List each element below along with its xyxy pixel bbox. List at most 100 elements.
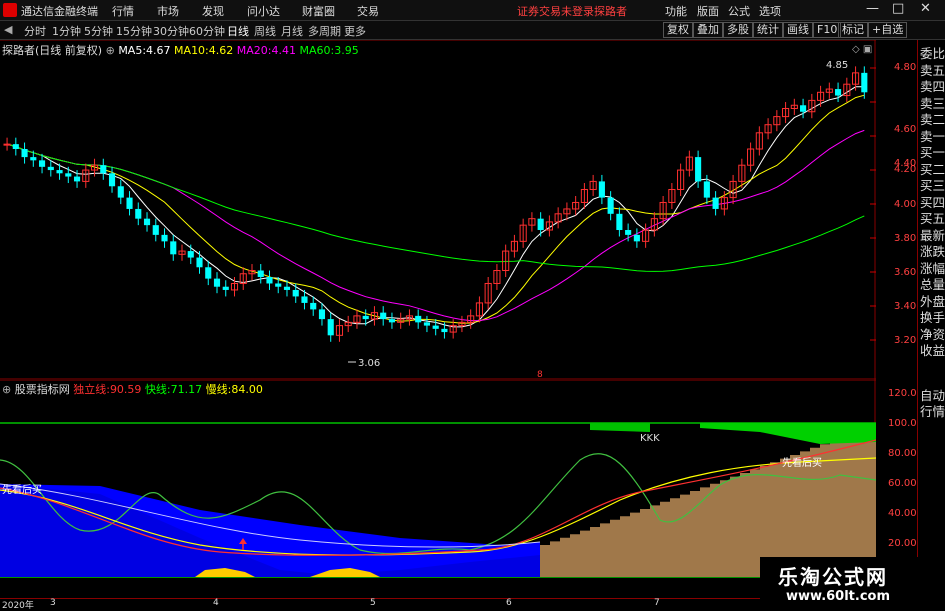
candle-body xyxy=(598,181,605,198)
candle-body xyxy=(30,157,37,161)
candle-body xyxy=(327,319,334,336)
period-toolbar: ◀ 分时 1分钟 5分钟 15分钟 30分钟 60分钟 日线 周线 月线 多周期… xyxy=(0,21,945,40)
quote-field-label: 涨跌 xyxy=(920,244,945,259)
tab-5min[interactable]: 5分钟 xyxy=(84,23,113,39)
high-price-label: 4.85 xyxy=(826,60,849,71)
mark-button[interactable]: 标记 xyxy=(838,22,868,38)
menu-market[interactable]: 行情 xyxy=(112,3,134,19)
tab-30min[interactable]: 30分钟 xyxy=(153,23,189,39)
candle-body xyxy=(38,160,46,167)
stats-button[interactable]: 统计 xyxy=(753,22,783,38)
menu-ask[interactable]: 问小达 xyxy=(247,3,280,19)
quote-field-label: 卖三 xyxy=(920,95,945,111)
ma5-value: 4.67 xyxy=(146,44,171,57)
candle-body xyxy=(275,283,282,287)
candle-body xyxy=(835,89,842,96)
quote-field-label: 买三 xyxy=(920,178,945,193)
stock-title: 探路者(日线 前复权) xyxy=(2,44,103,57)
ma60-value: 3.95 xyxy=(334,44,359,57)
quote-field-label: 涨幅 xyxy=(920,260,945,276)
user-name[interactable]: 探路者 xyxy=(594,3,627,19)
quote-field-label: 换手 xyxy=(920,310,945,325)
draw-button[interactable]: 画线 xyxy=(783,22,813,38)
candle-body xyxy=(441,328,448,333)
ma20-value: 4.41 xyxy=(271,44,296,57)
line1-value: 90.59 xyxy=(109,383,142,396)
candle-body xyxy=(73,176,81,182)
tab-more[interactable]: 更多 xyxy=(344,23,366,39)
candle-body xyxy=(266,276,273,284)
candle-body xyxy=(301,296,308,303)
kkk-label: KKK xyxy=(640,433,660,444)
candle-body xyxy=(388,319,396,323)
candle-body xyxy=(415,315,422,323)
close-icon[interactable]: ✕ xyxy=(920,1,931,16)
ind-tick: 80.00 xyxy=(888,448,917,459)
kline-chart[interactable]: 8 探路者(日线 前复权) ⊕ MA5:4.67 MA10:4.62 MA20:… xyxy=(0,39,876,380)
menu-wealth[interactable]: 财富圈 xyxy=(302,3,335,19)
candle-body xyxy=(47,166,54,171)
indicator-chart[interactable]: ⊕ 股票指标网 独立线:90.59 快线:71.17 慢线:84.00 KKK … xyxy=(0,379,880,598)
add-watchlist-button[interactable]: +自选 xyxy=(868,22,908,38)
tab-60min[interactable]: 60分钟 xyxy=(189,23,225,39)
tab-1min[interactable]: 1分钟 xyxy=(52,23,81,39)
quote-panel: 委比 卖五 卖四 卖三 卖二 卖一 买一 买二 买三 买四 买五 最新 涨跌 涨幅 总量 外盘 换手 净资 收益 自动… xyxy=(917,40,945,609)
adjust-button[interactable]: 复权 xyxy=(663,22,693,38)
login-status[interactable]: 证券交易未登录 xyxy=(517,3,594,19)
quote-field-label: 收益 xyxy=(920,343,945,358)
back-icon[interactable]: ◀ xyxy=(4,23,12,36)
tab-weekly[interactable]: 周线 xyxy=(254,23,276,39)
price-tick: 4.80 xyxy=(894,62,917,73)
candle-body xyxy=(432,325,439,329)
quote-field-label: 买五 xyxy=(920,211,945,226)
indicator-icon: ⊕ xyxy=(2,383,12,396)
tab-monthly[interactable]: 月线 xyxy=(281,23,303,39)
signal-label-left: 先看后买 xyxy=(2,485,42,496)
quote-field-label: 委比 xyxy=(920,46,945,61)
candle-body xyxy=(12,144,19,150)
tab-intraday[interactable]: 分时 xyxy=(24,23,46,39)
green-band xyxy=(700,423,876,444)
candle-body xyxy=(161,234,168,242)
menu-options[interactable]: 选项 xyxy=(759,3,781,19)
tab-15min[interactable]: 15分钟 xyxy=(116,23,152,39)
price-tick: 4.00 xyxy=(894,199,917,210)
price-tick: 4.60 xyxy=(894,124,917,135)
candle-body xyxy=(695,157,702,182)
indicator-name: 股票指标网 xyxy=(14,383,70,396)
tab-multi-period[interactable]: 多周期 xyxy=(308,23,341,39)
price-tick: 3.40 xyxy=(894,301,917,312)
price-axis: 4.80 4.60 4.40 4.20 4.00 3.80 3.60 3.40 … xyxy=(876,40,917,380)
ma-line xyxy=(6,129,865,322)
candle-body xyxy=(292,289,299,297)
ma20-label: MA20: xyxy=(236,44,272,57)
settings-diamond-icon[interactable]: ◇ ▣ xyxy=(852,44,872,55)
ind-tick: 120.0 xyxy=(888,388,917,399)
quote-field-label: 卖一 xyxy=(920,128,945,144)
multi-stock-button[interactable]: 多股 xyxy=(723,22,753,38)
candle-body xyxy=(607,197,614,214)
menu-trade[interactable]: 交易 xyxy=(357,3,379,19)
candle-body xyxy=(625,230,632,235)
candle-body xyxy=(21,149,28,158)
quote-field-label: 卖二 xyxy=(920,112,945,127)
minimize-icon[interactable]: — xyxy=(866,1,879,16)
candle-body xyxy=(205,267,212,279)
auto-quote-label[interactable]: 行情 xyxy=(920,401,945,420)
watermark-title: 乐淘公式网 xyxy=(778,565,888,589)
maximize-icon[interactable]: □ xyxy=(892,1,904,16)
ind-tick: 60.00 xyxy=(888,478,917,489)
menu-formula[interactable]: 公式 xyxy=(728,3,750,19)
quote-field-label: 最新 xyxy=(920,227,945,243)
quote-field-label: 买一 xyxy=(920,145,945,160)
overlay-button[interactable]: 叠加 xyxy=(693,22,723,38)
tab-daily[interactable]: 日线 xyxy=(227,23,249,39)
menu-function[interactable]: 功能 xyxy=(665,3,687,19)
line3-label: 慢线: xyxy=(205,383,232,396)
date-tick: 7 xyxy=(654,598,660,608)
menu-discover[interactable]: 发现 xyxy=(202,3,224,19)
menu-market-list[interactable]: 市场 xyxy=(157,3,179,19)
menu-layout[interactable]: 版面 xyxy=(697,3,719,19)
candle-body xyxy=(310,302,317,310)
candle-body xyxy=(135,208,142,219)
